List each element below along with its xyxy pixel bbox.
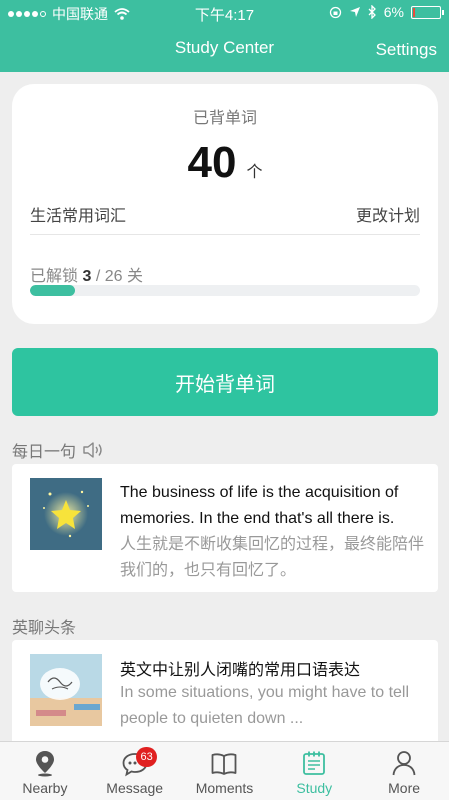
quote-chinese: 人生就是不断收集回忆的过程，最终能陪伴我们的，也只有回忆了。 (120, 536, 425, 579)
navigation-bar: Study Center Settings (0, 26, 449, 72)
headlines-section-label: 英聊头条 (12, 614, 76, 638)
tab-label-message: Message (106, 780, 164, 796)
unread-badge: 63 (136, 747, 157, 767)
wordlist-name: 生活常用词汇 (30, 208, 127, 225)
tab-label-more: More (388, 780, 421, 796)
bluetooth-icon (368, 5, 376, 19)
daily-sentence-section-label: 每日一句 (12, 438, 106, 462)
rotation-lock-icon (329, 6, 341, 18)
divider (30, 234, 420, 235)
headline-thumbnail (30, 654, 102, 726)
daily-sentence-card[interactable]: The business of life is the acquisition … (12, 464, 438, 592)
learned-count-row: 40 个 (12, 138, 438, 188)
battery-icon (411, 5, 444, 19)
headline-card[interactable]: 英文中让别人闭嘴的常用口语表达 In some situations, you … (12, 640, 438, 750)
headline-description: In some situations, you might have to te… (120, 684, 410, 727)
start-memorizing-button[interactable]: 开始背单词 (12, 348, 438, 416)
tab-nearby[interactable]: Nearby (0, 742, 90, 800)
status-right: 6% (329, 4, 444, 20)
notebook-image-icon (30, 654, 102, 726)
tab-moments[interactable]: Moments (180, 742, 270, 800)
tab-bar: Nearby 63 Message Moments Study More (0, 741, 449, 800)
learned-words-label: 已背单词 (192, 110, 257, 127)
status-bar: 中国联通 下午4:17 6% (0, 0, 449, 26)
person-icon (392, 751, 416, 776)
tab-more[interactable]: More (359, 742, 449, 800)
tab-message[interactable]: 63 Message (90, 742, 180, 800)
headlines-label: 英聊头条 (12, 620, 77, 637)
tab-label-moments: Moments (195, 780, 254, 796)
tab-label-nearby: Nearby (22, 780, 68, 796)
battery-percent: 6% (383, 4, 404, 20)
unlocked-prefix: 已解锁 (30, 268, 79, 285)
change-plan-button[interactable]: 更改计划 (356, 202, 420, 226)
tab-study[interactable]: Study (269, 742, 359, 800)
tab-label-study: Study (296, 780, 333, 796)
unlocked-levels-text: 已解锁 3 / 26 关 (30, 262, 143, 286)
headline-title: 英文中让别人闭嘴的常用口语表达 (120, 662, 361, 679)
quote-english: The business of life is the acquisition … (120, 484, 399, 527)
unlock-progress-fill (30, 285, 75, 296)
location-arrow-icon (349, 7, 360, 17)
unlock-progress-bar (30, 285, 420, 296)
study-summary-card: 已背单词 40 个 生活常用词汇 更改计划 已解锁 3 / 26 关 (12, 84, 438, 324)
glowing-star-icon (30, 478, 102, 550)
battery-level (413, 7, 415, 17)
book-icon (212, 753, 237, 775)
settings-button[interactable]: Settings (376, 40, 437, 60)
unlocked-total: / 26 关 (95, 268, 143, 285)
speaker-icon[interactable] (82, 440, 106, 460)
count-unit: 个 (246, 164, 263, 181)
learned-count: 40 (187, 138, 237, 187)
unlocked-count: 3 (82, 268, 92, 285)
quote-thumbnail (30, 478, 102, 550)
location-pin-icon (35, 751, 54, 777)
calendar-check-icon (303, 751, 326, 775)
daily-sentence-label: 每日一句 (12, 444, 77, 461)
